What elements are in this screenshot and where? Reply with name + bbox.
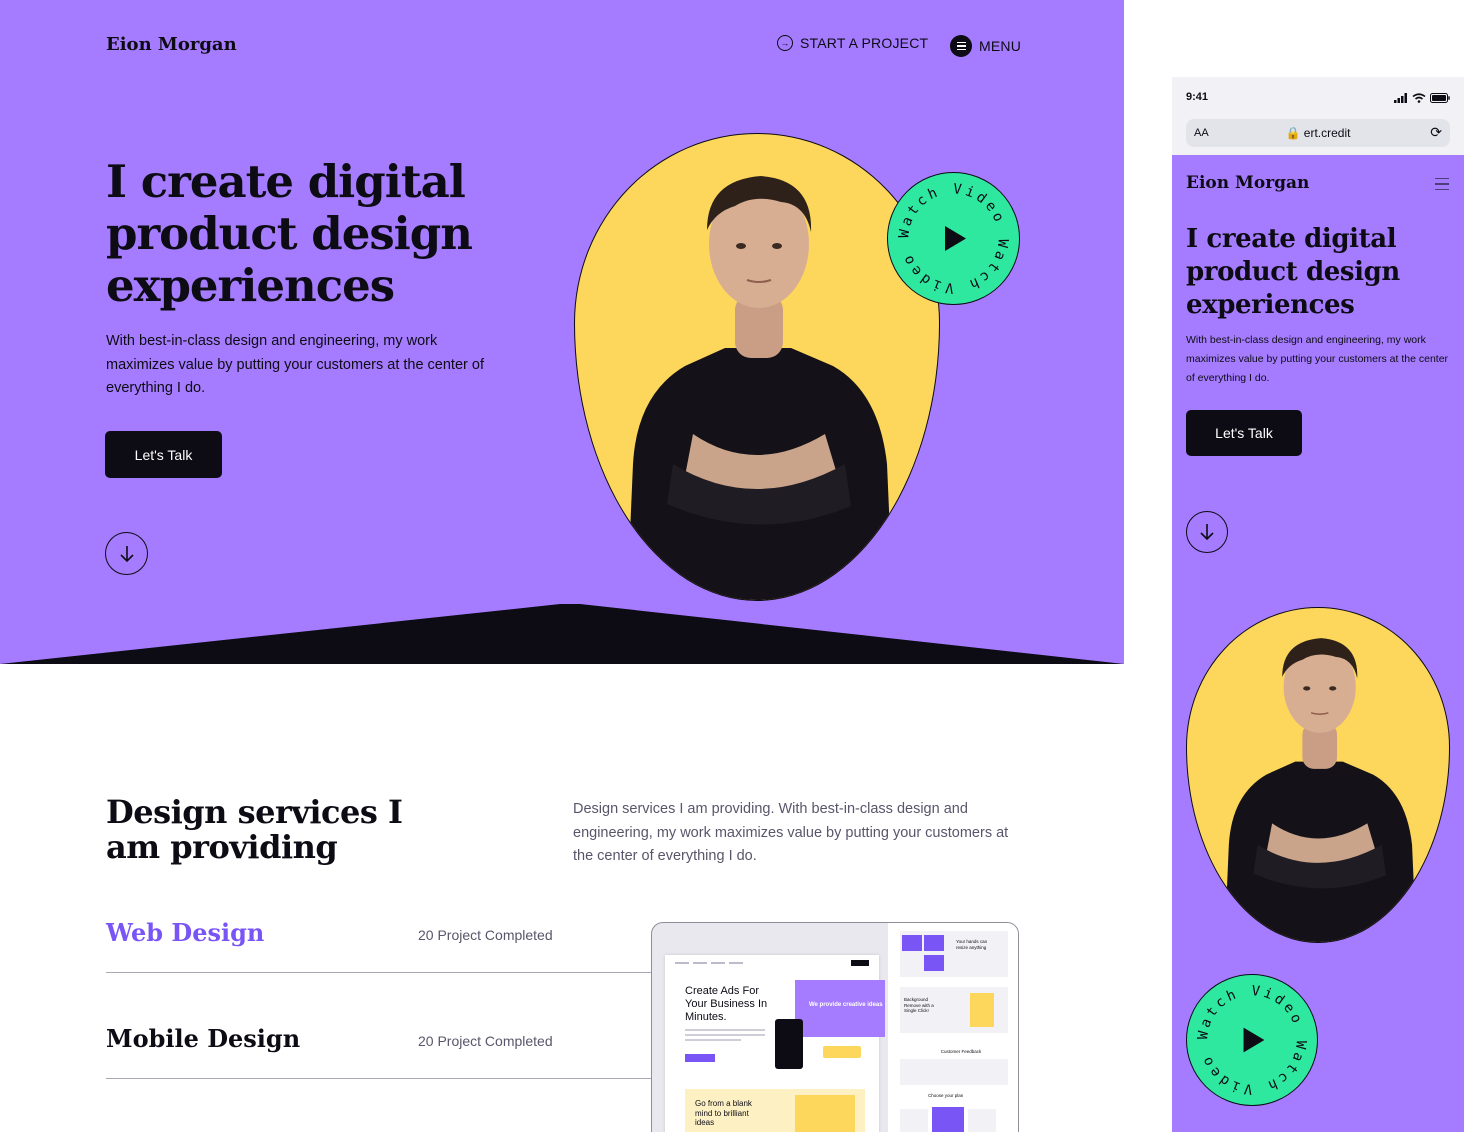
svg-text:Watch Video: Watch Video [1198, 1039, 1309, 1096]
preview-phone [775, 1019, 803, 1069]
preview-landing-page: Create Ads For Your Business In Minutes.… [665, 955, 885, 1132]
preview-right-heading-2: Background Remove with a Single Click! [904, 997, 934, 1013]
menu-label: MENU [979, 38, 1022, 54]
preview-idea-card: Go from a blank mind to brilliant ideas [685, 1089, 865, 1132]
mobile-watch-video-button[interactable]: Watch Video Watch Video [1186, 974, 1318, 1106]
services-title: Design services I am providing [106, 793, 403, 866]
lets-talk-button[interactable]: Let's Talk [105, 431, 222, 478]
preview-right-heading-3: Customer Feedback [940, 1049, 982, 1054]
mobile-lets-talk-button[interactable]: Let's Talk [1186, 410, 1302, 456]
wifi-icon [1412, 93, 1426, 103]
desktop-view: Eion Morgan → START A PROJECT MENU I cre… [0, 0, 1124, 1132]
preview-sections: Your hands can resize anything Backgroun… [888, 923, 1018, 1132]
svg-text:Watch Video: Watch Video [899, 238, 1011, 296]
hero-section: Eion Morgan → START A PROJECT MENU I cre… [0, 0, 1124, 664]
play-icon [1243, 1027, 1265, 1053]
mobile-hero-subtitle: With best-in-class design and engineerin… [1186, 334, 1449, 384]
mobile-brand-logo[interactable]: Eion Morgan [1186, 173, 1309, 193]
preview-purple-text: We provide creative ideas [809, 1002, 883, 1008]
menu-button[interactable]: MENU [950, 35, 1021, 57]
arrow-down-icon [119, 545, 134, 562]
watch-video-button[interactable]: Watch Video Watch Video [887, 172, 1020, 305]
preview-right-heading-4: Choose your plan [928, 1093, 964, 1098]
hero-headline: I create digital product design experien… [106, 155, 473, 312]
url-label: ert.credit [1303, 126, 1351, 140]
watch-video-badge: Watch Video Watch Video [896, 181, 1011, 296]
mobile-watch-video-badge: Watch Video Watch Video [1195, 983, 1309, 1097]
watch-video-text-2: Watch Video [899, 238, 1007, 296]
service-count: 20 Project Completed [418, 927, 553, 943]
arrow-right-icon: → [777, 35, 793, 51]
mobile-watch-video-text-2: Watch Video [1198, 1039, 1306, 1096]
start-project-label: START A PROJECT [800, 35, 929, 51]
preview-cta [685, 1054, 715, 1062]
preview-card-text: Go from a blank mind to brilliant ideas [695, 1099, 752, 1127]
services-description: Design services I am providing. With bes… [573, 801, 1009, 864]
mobile-scroll-down-button[interactable] [1186, 511, 1228, 553]
preview-headline: Create Ads For Your Business In Minutes. [685, 985, 768, 1023]
arrow-down-icon [1200, 524, 1214, 541]
url-text: 🔒 ert.credit [1186, 126, 1450, 140]
mobile-portrait-frame [1186, 607, 1450, 943]
url-bar[interactable]: AA 🔒 ert.credit ⟳ [1186, 119, 1450, 147]
preview-pill [823, 1046, 861, 1058]
menu-icon [950, 35, 972, 57]
service-item-web-design[interactable]: Web Design 20 Project Completed [106, 918, 652, 973]
status-time: 9:41 [1186, 91, 1209, 103]
brand-logo[interactable]: Eion Morgan [106, 34, 237, 55]
lock-icon: 🔒 [1285, 126, 1301, 140]
service-count: 20 Project Completed [418, 1033, 553, 1049]
service-name: Web Design [106, 918, 265, 947]
scroll-down-button[interactable] [105, 532, 148, 575]
play-icon [945, 226, 966, 251]
status-icons [1394, 93, 1450, 103]
mobile-browser-chrome: 9:41 AA 🔒 ert.credit ⟳ [1172, 77, 1464, 155]
preview-right-heading-1: Your hands can resize anything [956, 939, 988, 950]
web-design-preview: Create Ads For Your Business In Minutes.… [651, 922, 1019, 1132]
preview-purple-banner: We provide creative ideas [795, 980, 885, 1037]
mobile-hero-headline: I create digital product design experien… [1186, 224, 1400, 320]
start-project-link[interactable]: → START A PROJECT [777, 35, 928, 51]
hamburger-menu-icon[interactable] [1435, 178, 1449, 190]
mobile-view: 9:41 AA 🔒 ert.credit ⟳ Eion Morgan I cre… [1172, 77, 1464, 1132]
service-name: Mobile Design [106, 1024, 301, 1053]
battery-icon [1430, 93, 1450, 103]
mobile-person-portrait [1224, 638, 1417, 942]
reload-icon[interactable]: ⟳ [1430, 124, 1442, 141]
hero-subtitle: With best-in-class design and engineerin… [106, 333, 484, 396]
signal-icon [1394, 93, 1407, 103]
service-item-mobile-design[interactable]: Mobile Design 20 Project Completed [106, 1024, 652, 1079]
